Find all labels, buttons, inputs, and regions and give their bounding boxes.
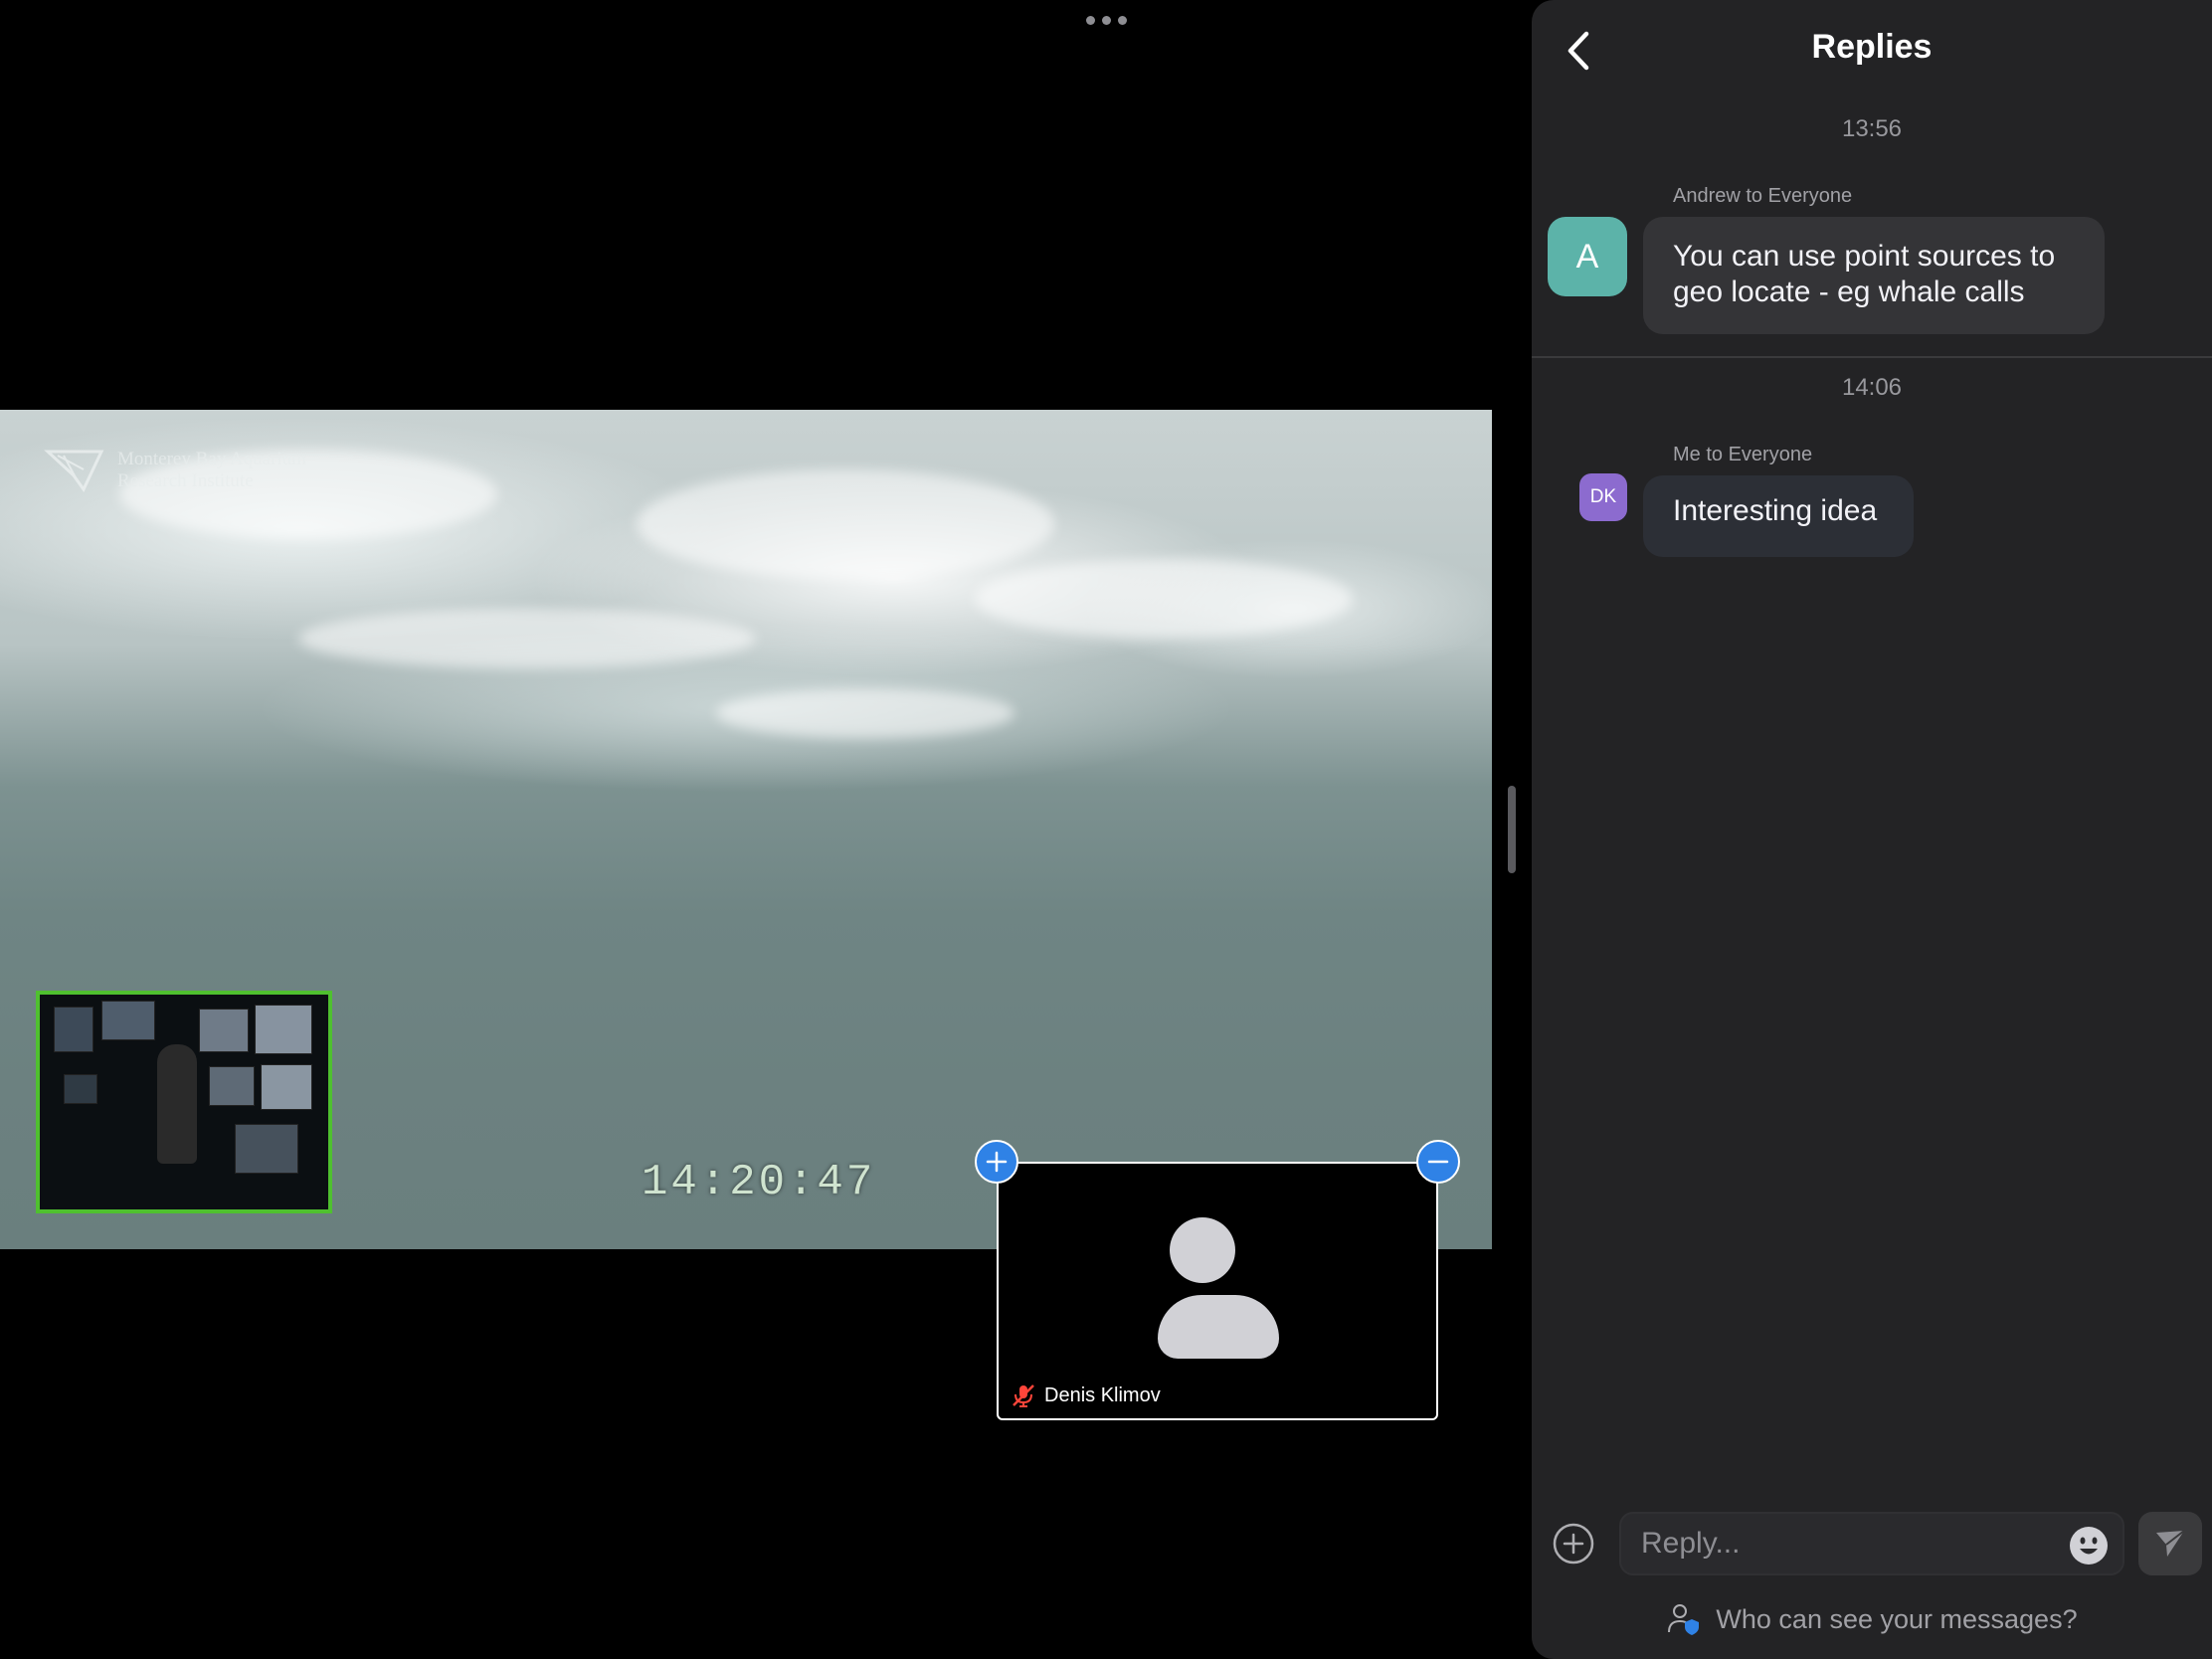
app-root: Monterey Bay Aquarium Research Institute… [0,0,2212,1659]
message-bubble[interactable]: You can use point sources to geo locate … [1643,217,2105,334]
avatar-placeholder-head [1170,1217,1235,1283]
participant-tile-container: Denis Klimov [975,1140,1460,1438]
message-text-line-2: geo locate - eg whale calls [1673,276,2025,308]
zoom-in-button[interactable] [975,1140,1018,1184]
more-dots-icon[interactable] [1082,10,1130,30]
minus-icon [1427,1160,1449,1164]
logo-line-2: Research Institute [117,470,254,491]
video-area: Monterey Bay Aquarium Research Institute… [0,0,1492,1659]
panel-header: Replies [1532,0,2212,99]
mbari-logo-icon [44,450,104,492]
message-text: Interesting idea [1673,494,1878,527]
participant-name-row: Denis Klimov [1011,1382,1161,1408]
reply-field[interactable] [1619,1512,2124,1575]
zoom-out-button[interactable] [1416,1140,1460,1184]
replies-panel: Replies 13:56 Andrew to Everyone A You c… [1532,0,2212,1659]
logo-line-1: Monterey Bay Aquarium [117,449,306,469]
mbari-logo: Monterey Bay Aquarium Research Institute [44,446,306,495]
avatar-placeholder-body [1158,1295,1279,1359]
avatar[interactable]: A [1548,217,1627,296]
who-can-see-link[interactable]: Who can see your messages? [1532,1601,2212,1637]
participant-name: Denis Klimov [1044,1383,1161,1406]
person-shield-icon [1668,1604,1700,1635]
emoji-icon[interactable] [2069,1526,2109,1566]
mic-muted-icon [1013,1384,1034,1407]
plus-circle-icon[interactable] [1552,1522,1595,1566]
message-sender: Andrew to Everyone [1673,185,1853,207]
panel-title: Replies [1811,28,1933,66]
who-can-see-text: Who can see your messages? [1716,1603,2078,1634]
reply-composer [1532,1504,2212,1583]
message-sender: Me to Everyone [1673,444,1813,465]
participant-tile[interactable]: Denis Klimov [997,1162,1438,1420]
thread-separator [1532,356,2212,358]
send-button[interactable] [2138,1512,2202,1575]
avatar[interactable]: DK [1579,473,1627,521]
split-drag-handle[interactable] [1508,786,1516,873]
message-bubble[interactable]: Interesting idea [1643,475,1914,557]
plus-icon [986,1151,1008,1173]
message-time: 14:06 [1841,374,1903,401]
message-time: 13:56 [1841,115,1903,142]
reply-input[interactable] [1641,1514,2039,1573]
picture-in-picture-video[interactable] [36,991,332,1213]
message-text-line-1: You can use point sources to [1673,240,2056,273]
send-icon [2156,1530,2185,1557]
video-timestamp: 14:20:47 [642,1158,876,1207]
